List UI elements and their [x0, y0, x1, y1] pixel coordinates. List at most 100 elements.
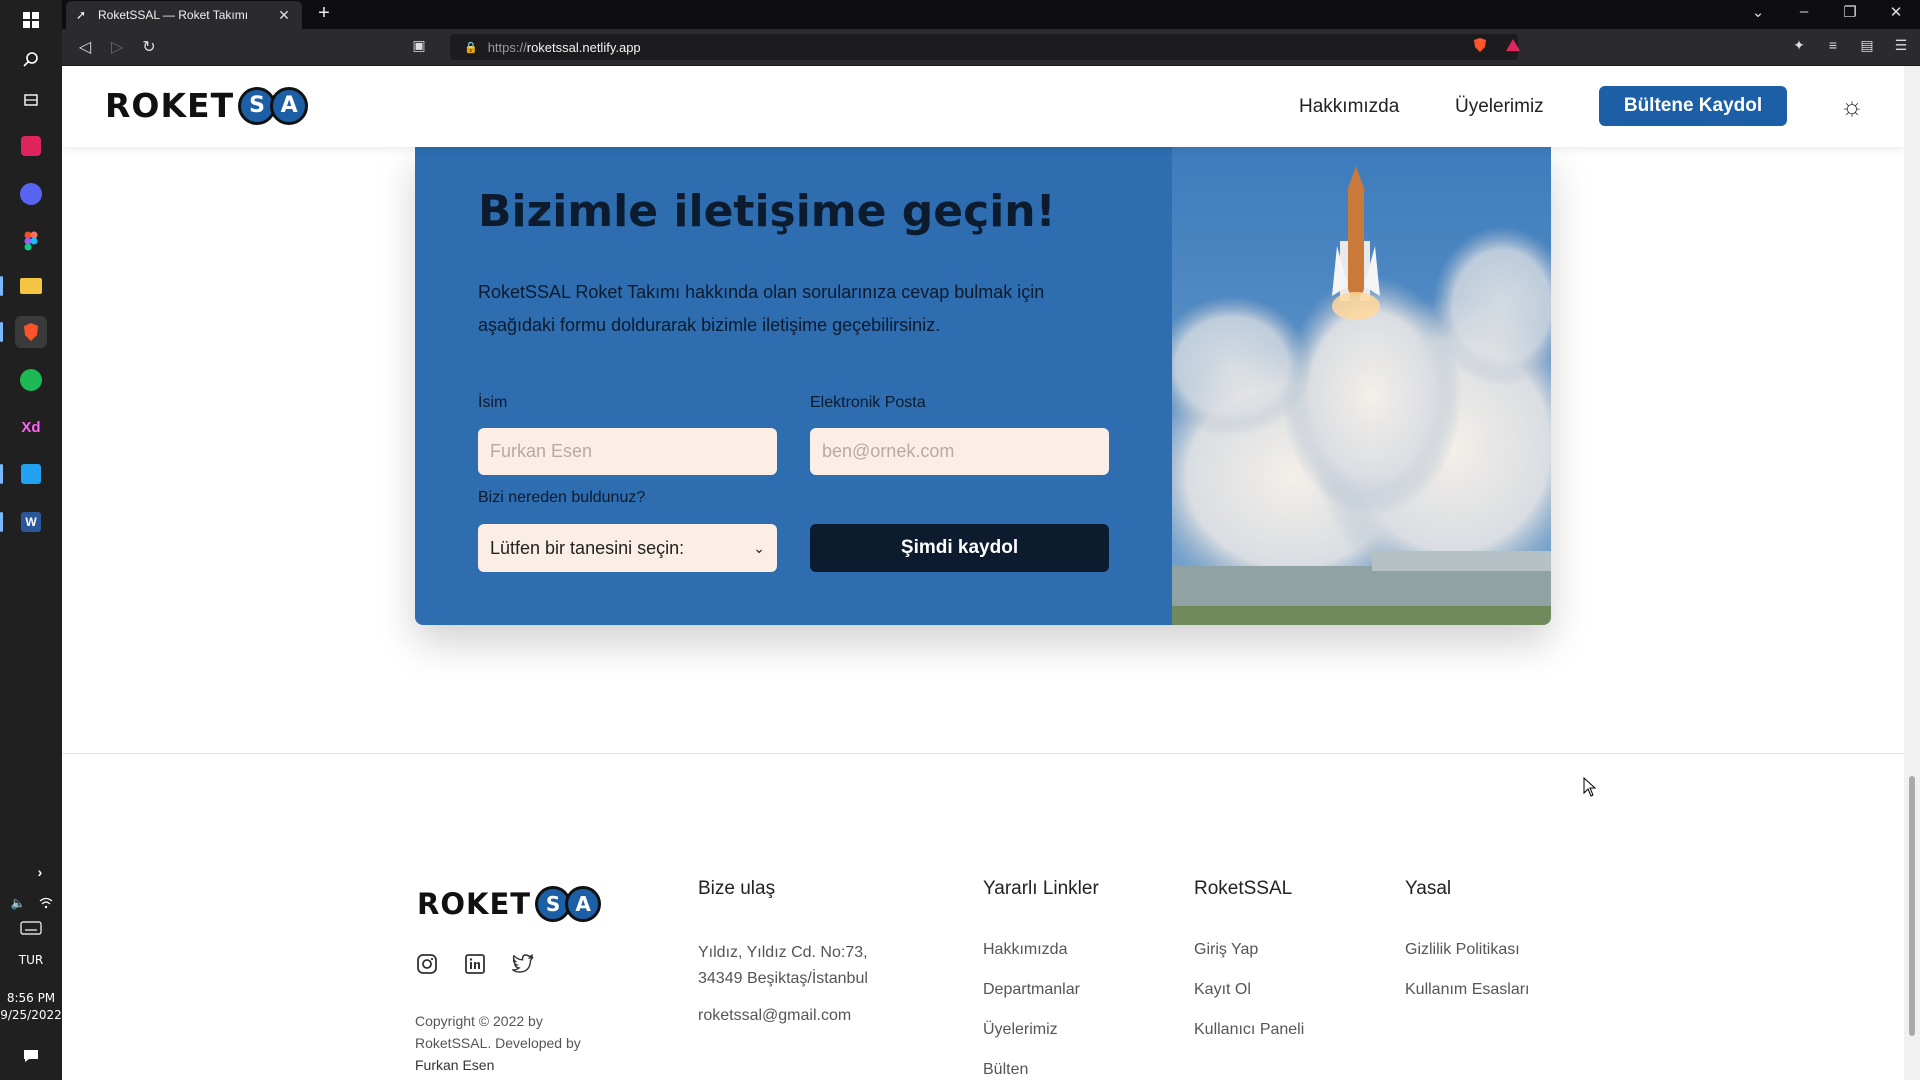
- task-view-icon[interactable]: [15, 84, 47, 116]
- keyboard-icon[interactable]: [16, 918, 46, 938]
- restore-icon[interactable]: ❐: [1835, 3, 1865, 21]
- name-label: İsim: [478, 394, 508, 411]
- menu-icon[interactable]: ☰: [1890, 37, 1912, 54]
- logo-letter-a: A: [270, 86, 309, 125]
- copyright: Copyright © 2022 by RoketSSAL. Developed…: [415, 1010, 605, 1076]
- footer-link-about[interactable]: Hakkımızda: [983, 940, 1099, 980]
- footer-link-login[interactable]: Giriş Yap: [1194, 940, 1304, 980]
- minimize-icon[interactable]: –: [1789, 3, 1819, 20]
- email-input[interactable]: [810, 428, 1109, 475]
- contact-card: Bizimle iletişime geçin! RoketSSAL Roket…: [415, 146, 1551, 625]
- twitter-icon[interactable]: [511, 952, 535, 976]
- footer-logo-word: ROKET: [417, 887, 532, 921]
- address-bar[interactable]: 🔒 https:// roketssal.netlify.app: [450, 34, 1518, 60]
- forward-icon[interactable]: ▷: [106, 37, 128, 57]
- brave-rewards-icon[interactable]: [1503, 35, 1523, 55]
- back-icon[interactable]: ◁: [74, 37, 96, 57]
- mouse-cursor-icon: [1583, 777, 1597, 797]
- footer-email-link[interactable]: roketssal@gmail.com: [698, 1006, 868, 1046]
- instagram-icon[interactable]: [415, 952, 439, 976]
- extensions-icon[interactable]: ✦: [1788, 37, 1810, 54]
- search-icon[interactable]: [15, 44, 47, 76]
- site-header: ROKET S A Hakkımızda Üyelerimiz Bültene …: [62, 66, 1904, 147]
- brave-shields-icon[interactable]: [1470, 35, 1490, 55]
- bookmark-icon[interactable]: ▣: [408, 37, 430, 54]
- nav-link-about[interactable]: Hakkımızda: [1299, 96, 1399, 118]
- discord-app-icon[interactable]: [15, 178, 47, 210]
- new-tab-icon[interactable]: +: [312, 2, 336, 25]
- scrollbar-thumb[interactable]: [1909, 776, 1915, 1036]
- logo-badge: S A: [238, 86, 309, 125]
- url-scheme: https://: [487, 39, 527, 55]
- page-scrollbar[interactable]: [1904, 66, 1920, 1080]
- windows-start-icon[interactable]: [15, 4, 47, 36]
- footer-logo-letter-a: A: [565, 886, 602, 922]
- footer-address-line2: 34349 Beşiktaş/İstanbul: [698, 970, 868, 987]
- newsletter-signup-button[interactable]: Bültene Kaydol: [1599, 86, 1787, 126]
- footer-link-dashboard[interactable]: Kullanıcı Paneli: [1194, 1020, 1304, 1060]
- active-app-marker: [0, 464, 3, 484]
- footer-link-register[interactable]: Kayıt Ol: [1194, 980, 1304, 1020]
- linkedin-icon[interactable]: [463, 952, 487, 976]
- lock-icon: 🔒: [464, 41, 478, 54]
- submit-button[interactable]: Şimdi kaydol: [810, 524, 1109, 572]
- tab-list-chevron-icon[interactable]: ⌄: [1743, 3, 1773, 21]
- footer-link-newsletter[interactable]: Bülten: [983, 1060, 1099, 1080]
- footer-heading-legal: Yasal: [1405, 878, 1452, 899]
- name-input[interactable]: [478, 428, 777, 475]
- footer-col-links: Yararlı Linkler Hakkımızda Departmanlar …: [983, 878, 1099, 1080]
- terminal-app-icon[interactable]: [15, 130, 47, 162]
- site-logo[interactable]: ROKET S A: [105, 86, 309, 125]
- chevron-right-icon[interactable]: ›: [30, 862, 50, 882]
- tab-close-icon[interactable]: ✕: [276, 7, 292, 24]
- footer-heading-links: Yararlı Linkler: [983, 878, 1099, 899]
- word-app-icon[interactable]: W: [15, 506, 47, 538]
- wallet-icon[interactable]: ▤: [1856, 37, 1878, 54]
- footer-col-contact: Bize ulaş Yıldız, Yıldız Cd. No:73, 3434…: [698, 878, 868, 1046]
- wifi-icon[interactable]: [36, 893, 56, 913]
- footer-col-account: RoketSSAL Giriş Yap Kayıt Ol Kullanıcı P…: [1194, 878, 1304, 1060]
- playlist-icon[interactable]: ≡: [1822, 37, 1844, 53]
- browser-toolbar: ◁ ▷ ↻ ▣ 🔒 https:// roketssal.netlify.app…: [62, 29, 1920, 66]
- browser-tab[interactable]: ➚ RoketSSAL — Roket Takımı ✕: [66, 1, 302, 29]
- figma-app-icon[interactable]: [15, 225, 47, 257]
- footer-address: Yıldız, Yıldız Cd. No:73, 34349 Beşiktaş…: [698, 940, 868, 992]
- author-link[interactable]: Furkan Esen: [415, 1057, 494, 1073]
- active-app-marker: [0, 322, 3, 342]
- footer-divider: [62, 753, 1904, 754]
- footer-link-terms[interactable]: Kullanım Esasları: [1405, 980, 1530, 1020]
- site-favicon-icon: ➚: [76, 8, 87, 22]
- brave-browser-icon[interactable]: [15, 316, 47, 348]
- contact-form-panel: Bizimle iletişime geçin! RoketSSAL Roket…: [415, 146, 1172, 625]
- vscode-app-icon[interactable]: [15, 458, 47, 490]
- clock-date[interactable]: 9/25/2022: [0, 1007, 62, 1023]
- active-app-marker: [0, 512, 3, 532]
- footer-address-line1: Yıldız, Yıldız Cd. No:73,: [698, 944, 868, 961]
- contact-description: RoketSSAL Roket Takımı hakkında olan sor…: [478, 282, 1045, 335]
- footer-logo-badge: S A: [535, 886, 602, 922]
- file-explorer-icon[interactable]: [15, 270, 47, 302]
- footer-heading-account: RoketSSAL: [1194, 878, 1293, 899]
- footer-link-members[interactable]: Üyelerimiz: [983, 1020, 1099, 1060]
- footer-col-legal: Yasal Gizlilik Politikası Kullanım Esasl…: [1405, 878, 1530, 1020]
- input-language[interactable]: TUR: [0, 952, 62, 968]
- browser-tab-bar: ➚ RoketSSAL — Roket Takımı ✕ + ⌄ – ❐ ✕: [62, 0, 1920, 29]
- volume-icon[interactable]: 🔈: [8, 893, 28, 913]
- close-window-icon[interactable]: ✕: [1881, 3, 1911, 21]
- email-label: Elektronik Posta: [810, 394, 926, 411]
- nav-link-members[interactable]: Üyelerimiz: [1455, 96, 1544, 118]
- footer-heading-contact: Bize ulaş: [698, 878, 776, 899]
- reload-icon[interactable]: ↻: [138, 37, 160, 57]
- source-select[interactable]: Lütfen bir tanesini seçin: ⌄: [478, 524, 777, 572]
- chevron-down-icon: ⌄: [753, 539, 765, 556]
- url-host: roketssal.netlify.app: [526, 39, 641, 55]
- spotify-app-icon[interactable]: [15, 364, 47, 396]
- adobe-xd-app-icon[interactable]: Xd: [15, 411, 47, 443]
- clock-time[interactable]: 8:56 PM: [0, 990, 62, 1006]
- theme-toggle-sun-icon[interactable]: ☼: [1838, 92, 1866, 120]
- footer-logo[interactable]: ROKET S A: [417, 886, 602, 922]
- footer-link-privacy[interactable]: Gizlilik Politikası: [1405, 940, 1530, 980]
- footer-link-departments[interactable]: Departmanlar: [983, 980, 1099, 1020]
- notification-icon[interactable]: [15, 1040, 47, 1072]
- source-select-value: Lütfen bir tanesini seçin:: [490, 537, 685, 558]
